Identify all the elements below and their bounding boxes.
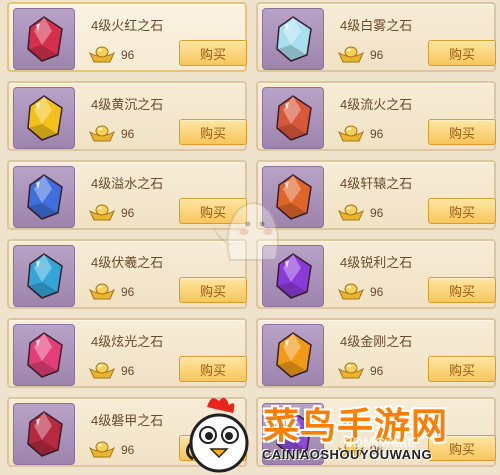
red-gem-icon [27,16,63,62]
buy-button[interactable]: 购买 [428,198,496,224]
item-name: 4级黄沉之石 [91,97,164,112]
gold-ingot-icon [338,362,364,379]
shop-item-card[interactable]: 4级流火之石 96 购买 [256,81,496,151]
pink-gem-icon [27,332,63,378]
gem-slot [262,324,324,386]
chicken-mascot-icon [186,397,249,473]
shop-item-card[interactable]: 4级白雾之石 96 购买 [256,2,496,72]
gold-ingot-icon [338,283,364,300]
item-price: 96 [370,127,384,141]
shop-item-card[interactable]: 4级炫光之石 96 购买 [7,318,247,388]
gem-slot [13,8,75,70]
gold-ingot-icon [89,125,115,142]
shop-item-card[interactable]: 4级黄沉之石 96 购买 [7,81,247,151]
item-price: 96 [121,48,135,62]
item-name: 4级白雾之石 [340,18,413,33]
item-price: 96 [370,364,384,378]
amber-gem-icon [276,332,312,378]
item-name: 4级火红之石 [91,18,164,33]
gold-ingot-icon [338,204,364,221]
buy-button[interactable]: 购买 [179,40,247,66]
gold-ingot-icon [338,46,364,63]
ghost-watermark-icon [213,202,279,261]
item-price: 96 [370,206,384,220]
white-gem-icon [276,16,312,62]
gem-slot [13,403,75,465]
item-name: 4级磐甲之石 [91,413,164,428]
item-price: 96 [121,127,135,141]
buy-button[interactable]: 购买 [428,277,496,303]
buy-button[interactable]: 购买 [428,40,496,66]
item-price: 96 [121,443,135,457]
item-price: 96 [370,285,384,299]
shop-item-card[interactable]: 4级火红之石 96 购买 [7,2,247,72]
gem-slot [262,87,324,149]
item-name: 4级伏羲之石 [91,255,164,270]
gem-slot [13,245,75,307]
yellow-gem-icon [27,95,63,141]
blue-gem-icon [27,174,63,220]
flame-gem-icon [276,95,312,141]
watermark-subtitle: CAINIAOSHOUYOUWANG [262,447,433,462]
gold-ingot-icon [89,204,115,221]
gem-slot [13,87,75,149]
buy-button[interactable]: 购买 [428,119,496,145]
gold-ingot-icon [89,441,115,458]
item-price: 96 [121,206,135,220]
gold-ingot-icon [89,46,115,63]
item-name: 4级锐利之石 [340,255,413,270]
cyan-gem-icon [27,253,63,299]
item-name: 4级金刚之石 [340,334,413,349]
gem-slot [262,8,324,70]
buy-button[interactable]: 购买 [179,356,247,382]
item-name: 4级流火之石 [340,97,413,112]
shop-item-card[interactable]: 4级金刚之石 96 购买 [256,318,496,388]
item-name: 4级轩辕之石 [340,176,413,191]
item-price: 96 [121,364,135,378]
gold-ingot-icon [338,125,364,142]
item-price: 96 [121,285,135,299]
buy-button[interactable]: 购买 [179,277,247,303]
item-name: 4级炫光之石 [91,334,164,349]
gold-ingot-icon [89,362,115,379]
buy-button[interactable]: 购买 [428,356,496,382]
buy-button[interactable]: 购买 [179,119,247,145]
item-name: 4级溢水之石 [91,176,164,191]
gold-ingot-icon [89,283,115,300]
crimson-gem-icon [27,411,63,457]
item-price: 96 [370,48,384,62]
gem-slot [13,324,75,386]
gem-slot [13,166,75,228]
